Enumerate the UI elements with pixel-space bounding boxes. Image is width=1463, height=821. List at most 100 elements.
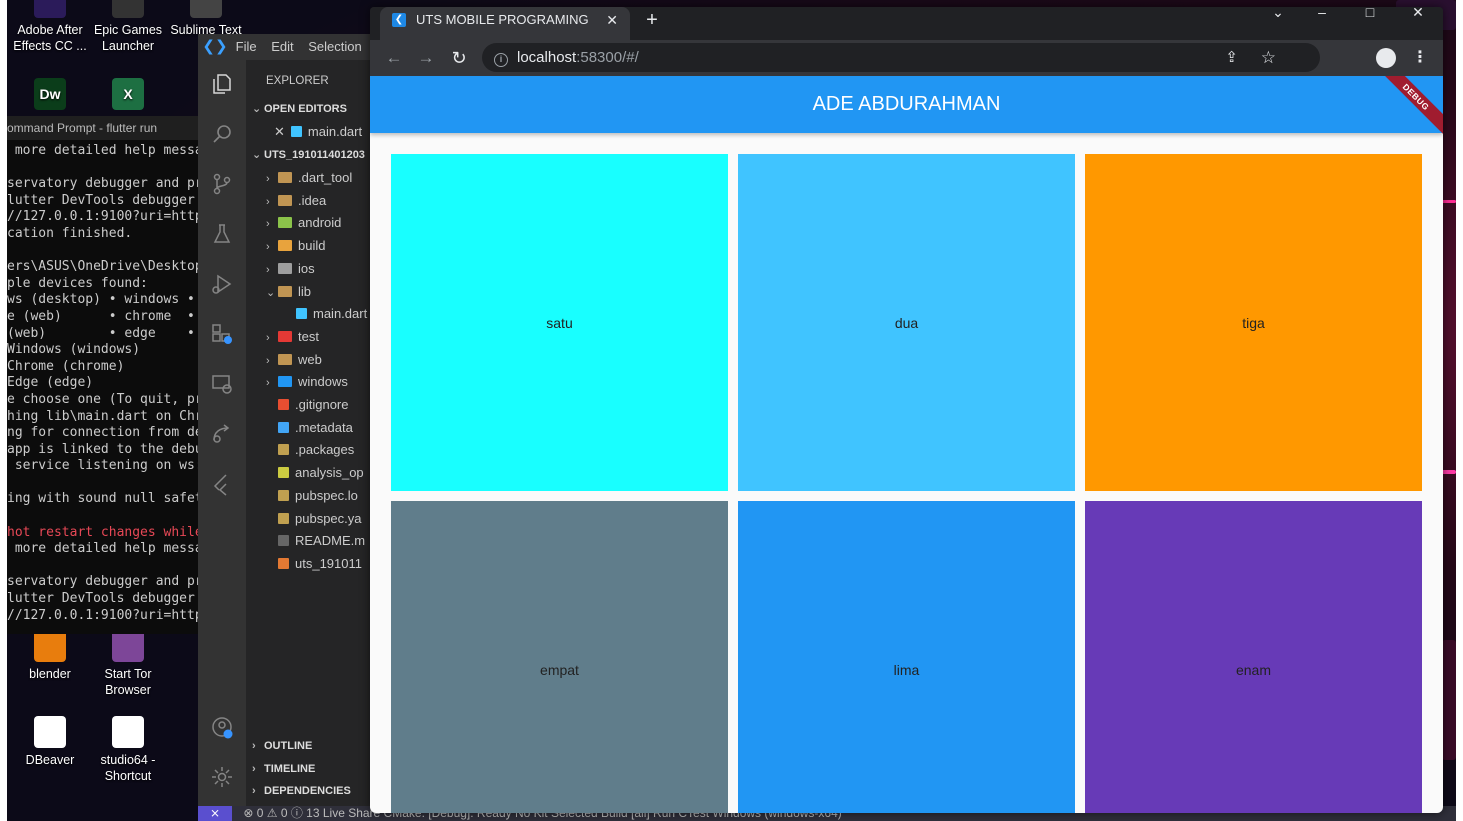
tree-item[interactable]: › .dart_tool [266, 167, 352, 189]
open-editors-header[interactable]: ⌄ OPEN EDITORS [252, 98, 347, 120]
cmd-line [7, 160, 203, 177]
url-rest: :58300/#/ [576, 49, 639, 66]
tree-item[interactable]: › web [266, 349, 322, 371]
testing-icon[interactable] [210, 222, 234, 246]
site-info-icon[interactable]: i [494, 53, 508, 67]
tree-item[interactable]: › .idea [266, 190, 326, 212]
folder-icon [278, 376, 292, 388]
grid-tile[interactable]: dua [738, 154, 1075, 491]
share-icon[interactable]: ⇪ [1225, 43, 1238, 72]
cmd-line: ng for connection from deb [7, 425, 203, 441]
tree-item[interactable]: › ios [266, 258, 315, 280]
forward-button[interactable]: → [414, 46, 438, 70]
tree-item-label: README.m [295, 533, 366, 549]
neon-decoration [1442, 640, 1456, 760]
extensions-icon[interactable] [210, 322, 234, 346]
cmd-line: Chrome (chrome) [7, 358, 125, 374]
live-share-icon[interactable] [210, 422, 234, 446]
reload-button[interactable]: ↻ [447, 46, 471, 70]
shortcut-label: studio64 - Shortcut [100, 753, 156, 783]
tab-search-icon[interactable]: ⌄ [1268, 7, 1288, 27]
back-button[interactable]: ← [382, 46, 406, 70]
maximize-button[interactable]: □ [1360, 7, 1380, 27]
remote-explorer-icon[interactable] [210, 372, 234, 396]
grid-tile[interactable]: satu [391, 154, 728, 491]
tree-item[interactable]: .gitignore [266, 394, 348, 416]
close-tab-icon[interactable]: ✕ [606, 7, 618, 33]
desktop-shortcut[interactable]: X [85, 78, 171, 114]
minimize-button[interactable]: – [1312, 7, 1332, 27]
grid-tile[interactable]: enam [1085, 501, 1422, 813]
desktop-shortcut[interactable]: Start Tor Browser [85, 630, 171, 698]
cmd-line: hing lib\main.dart on Chro [7, 408, 203, 424]
tree-item[interactable]: › test [266, 326, 319, 348]
close-icon[interactable]: ✕ [274, 124, 285, 139]
tree-item[interactable]: uts_191011 [266, 553, 362, 575]
close-window-button[interactable]: ✕ [1408, 7, 1428, 27]
tree-item[interactable]: ⌄ lib [266, 281, 311, 303]
desktop-shortcut[interactable]: Sublime Text [163, 0, 249, 38]
tree-item[interactable]: › android [266, 212, 341, 234]
outline-section[interactable]: › OUTLINE [252, 735, 312, 757]
cmd-line: servatory debugger and pro [7, 176, 203, 192]
command-prompt-window[interactable]: ommand Prompt - flutter run more detaile… [7, 116, 203, 634]
tree-item[interactable]: README.m [266, 530, 365, 552]
new-tab-button[interactable]: + [640, 7, 664, 33]
menu-edit[interactable]: Edit [271, 39, 293, 54]
menu-selection[interactable]: Selection [308, 39, 361, 54]
menu-file[interactable]: File [236, 39, 257, 54]
desktop-shortcut[interactable]: studio64 - Shortcut [85, 716, 171, 784]
chrome-window[interactable]: ❮ UTS MOBILE PROGRAMING ✕ + ⌄ – □ ✕ ← → … [370, 7, 1443, 813]
desktop-shortcut[interactable]: DBeaver [7, 716, 93, 768]
url-host: localhost [517, 49, 577, 66]
chevron-right-icon: › [266, 218, 270, 231]
folder-icon [278, 330, 292, 342]
browser-tab[interactable]: ❮ UTS MOBILE PROGRAMING ✕ [380, 7, 630, 40]
accounts-icon[interactable] [210, 715, 234, 739]
timeline-label: TIMELINE [264, 763, 316, 775]
explorer-panel: EXPLORER ⌄ OPEN EDITORS ✕ main.dart ⌄ UTS_1… [246, 60, 378, 806]
chevron-right-icon: › [252, 740, 256, 752]
address-bar[interactable]: i localhost:58300/#/ ⇪ ☆ [482, 43, 1320, 72]
cmd-line [7, 508, 203, 525]
vscode-window[interactable]: ❮❯ File Edit Selection EXPLORER ⌄ OPEN ED… [198, 34, 378, 821]
cmd-output: more detailed help messag servatory debug… [7, 140, 203, 624]
tree-item[interactable]: pubspec.ya [266, 508, 362, 530]
desktop-shortcut[interactable]: Adobe After Effects CC ... [7, 0, 93, 54]
desktop-shortcut[interactable]: Dw [7, 78, 93, 114]
tree-item[interactable]: pubspec.lo [266, 485, 358, 507]
source-control-icon[interactable] [210, 172, 234, 196]
tree-item[interactable]: .metadata [266, 417, 353, 439]
chevron-down-icon: ⌄ [266, 286, 276, 299]
tree-item[interactable]: main.dart [284, 303, 367, 325]
cmd-line: //127.0.0.1:9100?uri=http: [7, 209, 203, 225]
dart-file-icon [290, 126, 302, 137]
tree-item[interactable]: › windows [266, 371, 348, 393]
desktop-shortcut[interactable]: blender [7, 630, 93, 682]
chrome-menu-icon[interactable]: ⋮ [1408, 46, 1432, 70]
gear-icon[interactable] [210, 765, 234, 789]
open-editor-item[interactable]: ✕ main.dart [274, 121, 362, 143]
grid-tile[interactable]: tiga [1085, 154, 1422, 491]
grid-tile-label: lima [893, 661, 920, 678]
profile-avatar-icon[interactable] [1376, 48, 1396, 68]
explorer-icon[interactable] [210, 72, 234, 96]
chevron-right-icon: › [266, 354, 270, 367]
tree-item[interactable]: analysis_op [266, 462, 364, 484]
tree-item[interactable]: › build [266, 235, 325, 257]
tree-item[interactable]: .packages [266, 439, 354, 461]
flutter-icon[interactable] [210, 472, 234, 496]
remote-indicator-icon[interactable]: ⨯ [198, 806, 232, 821]
project-folder-header[interactable]: ⌄ UTS_191011401203 [252, 144, 365, 166]
run-debug-icon[interactable] [210, 272, 234, 296]
page-viewport: satu dua tiga empat lima enam ADE ABDURAHMAN … [370, 76, 1443, 813]
grid-tile[interactable]: empat [391, 501, 728, 813]
grid-tile[interactable]: lima [738, 501, 1075, 813]
search-icon[interactable] [210, 122, 234, 146]
desktop-shortcut[interactable]: Epic Games Launcher [85, 0, 171, 54]
timeline-section[interactable]: › TIMELINE [252, 758, 315, 780]
chevron-right-icon: › [252, 785, 256, 797]
tree-item-label: .idea [298, 192, 327, 208]
dependencies-section[interactable]: › DEPENDENCIES [252, 780, 351, 802]
bookmark-star-icon[interactable]: ☆ [1261, 43, 1276, 72]
